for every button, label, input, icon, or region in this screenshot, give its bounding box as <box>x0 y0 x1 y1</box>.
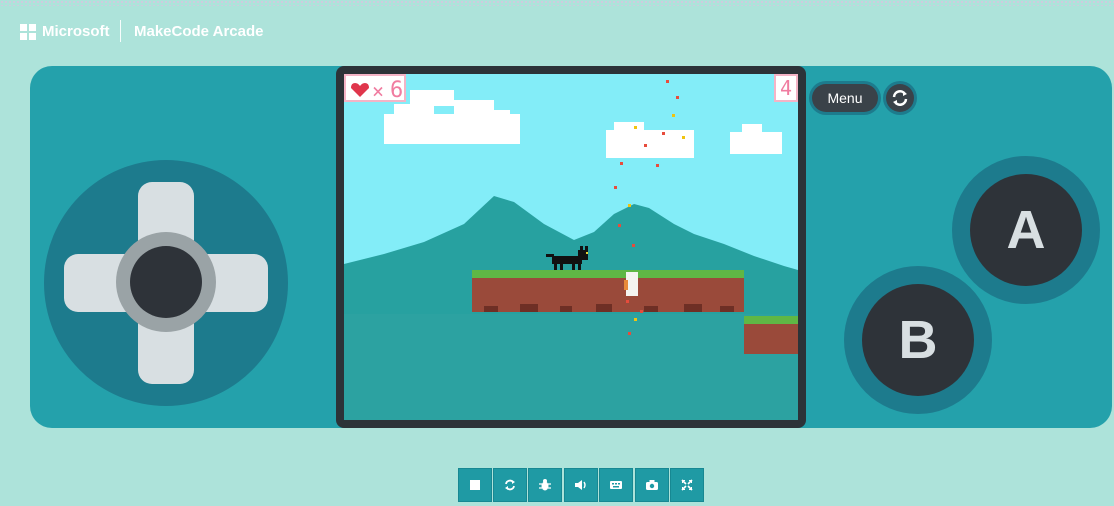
microsoft-brand[interactable]: Microsoft <box>42 23 110 40</box>
header: Microsoft MakeCode Arcade <box>0 14 1114 50</box>
keyboard-controls-button[interactable] <box>599 468 633 502</box>
dpad-center[interactable] <box>130 246 202 318</box>
game-scene <box>344 74 798 420</box>
sound-icon <box>575 480 586 490</box>
restart-button[interactable] <box>493 468 527 502</box>
restart-game-button[interactable] <box>886 84 914 112</box>
b-button[interactable]: B <box>862 284 974 396</box>
score-counter: 4 <box>774 74 798 102</box>
top-border-pattern <box>0 0 1114 6</box>
debug-button[interactable] <box>528 468 562 502</box>
mute-button[interactable] <box>564 468 598 502</box>
header-divider <box>120 20 121 42</box>
fullscreen-button[interactable] <box>670 468 704 502</box>
microsoft-logo-icon <box>20 24 36 40</box>
camera-icon <box>646 480 658 490</box>
game-screen[interactable]: × 6 4 <box>344 74 798 420</box>
screenshot-button[interactable] <box>635 468 669 502</box>
stop-icon <box>470 480 480 490</box>
stop-button[interactable] <box>458 468 492 502</box>
restart-icon <box>505 479 515 491</box>
restart-icon <box>892 90 908 106</box>
app-title[interactable]: MakeCode Arcade <box>134 23 264 40</box>
keyboard-icon <box>610 481 622 489</box>
heart-icon <box>351 83 369 97</box>
a-button[interactable]: A <box>970 174 1082 286</box>
simulator-toolbar <box>458 468 704 502</box>
lives-counter: × 6 <box>344 74 406 103</box>
lives-value: 6 <box>390 78 404 103</box>
lives-multiplier: × <box>372 79 385 103</box>
menu-button[interactable]: Menu <box>812 84 878 112</box>
debug-bug-icon <box>539 479 551 491</box>
fullscreen-icon <box>681 479 693 491</box>
